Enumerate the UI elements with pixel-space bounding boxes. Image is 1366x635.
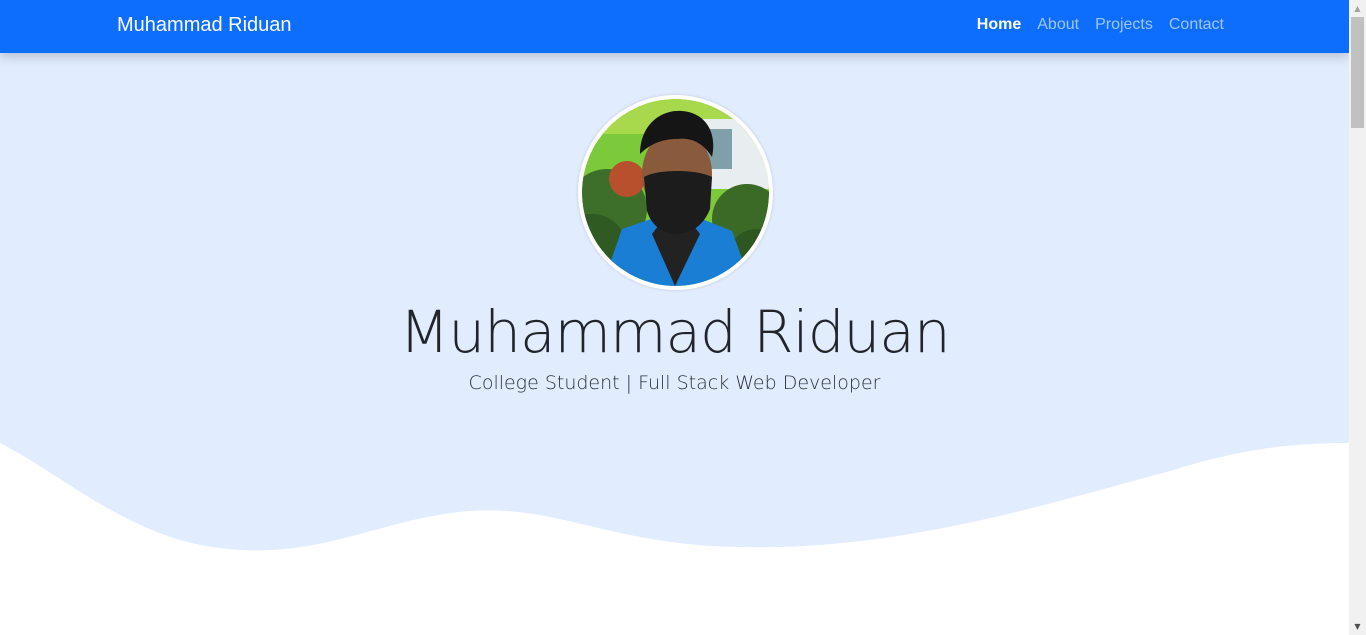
- nav-links: Home About Projects Contact: [977, 16, 1224, 34]
- page-viewport: Muhammad Riduan Home About Projects Cont…: [0, 0, 1349, 635]
- scroll-up-arrow-icon[interactable]: ▲: [1349, 0, 1366, 17]
- navbar: Muhammad Riduan Home About Projects Cont…: [0, 0, 1349, 53]
- nav-link-projects[interactable]: Projects: [1095, 16, 1153, 34]
- scroll-thumb[interactable]: [1351, 17, 1364, 128]
- page-scrollbar[interactable]: ▲ ▼: [1349, 0, 1366, 635]
- hero-tagline: College Student | Full Stack Web Develop…: [468, 372, 881, 394]
- nav-link-about[interactable]: About: [1037, 16, 1079, 34]
- hero-name: Muhammad Riduan: [399, 298, 950, 366]
- scroll-down-arrow-icon[interactable]: ▼: [1349, 618, 1366, 635]
- nav-link-contact[interactable]: Contact: [1169, 16, 1224, 34]
- profile-photo: [582, 99, 769, 286]
- profile-photo-frame: [578, 95, 773, 290]
- nav-link-home[interactable]: Home: [977, 16, 1021, 34]
- brand-link[interactable]: Muhammad Riduan: [117, 14, 292, 37]
- wave-divider: [0, 443, 1349, 635]
